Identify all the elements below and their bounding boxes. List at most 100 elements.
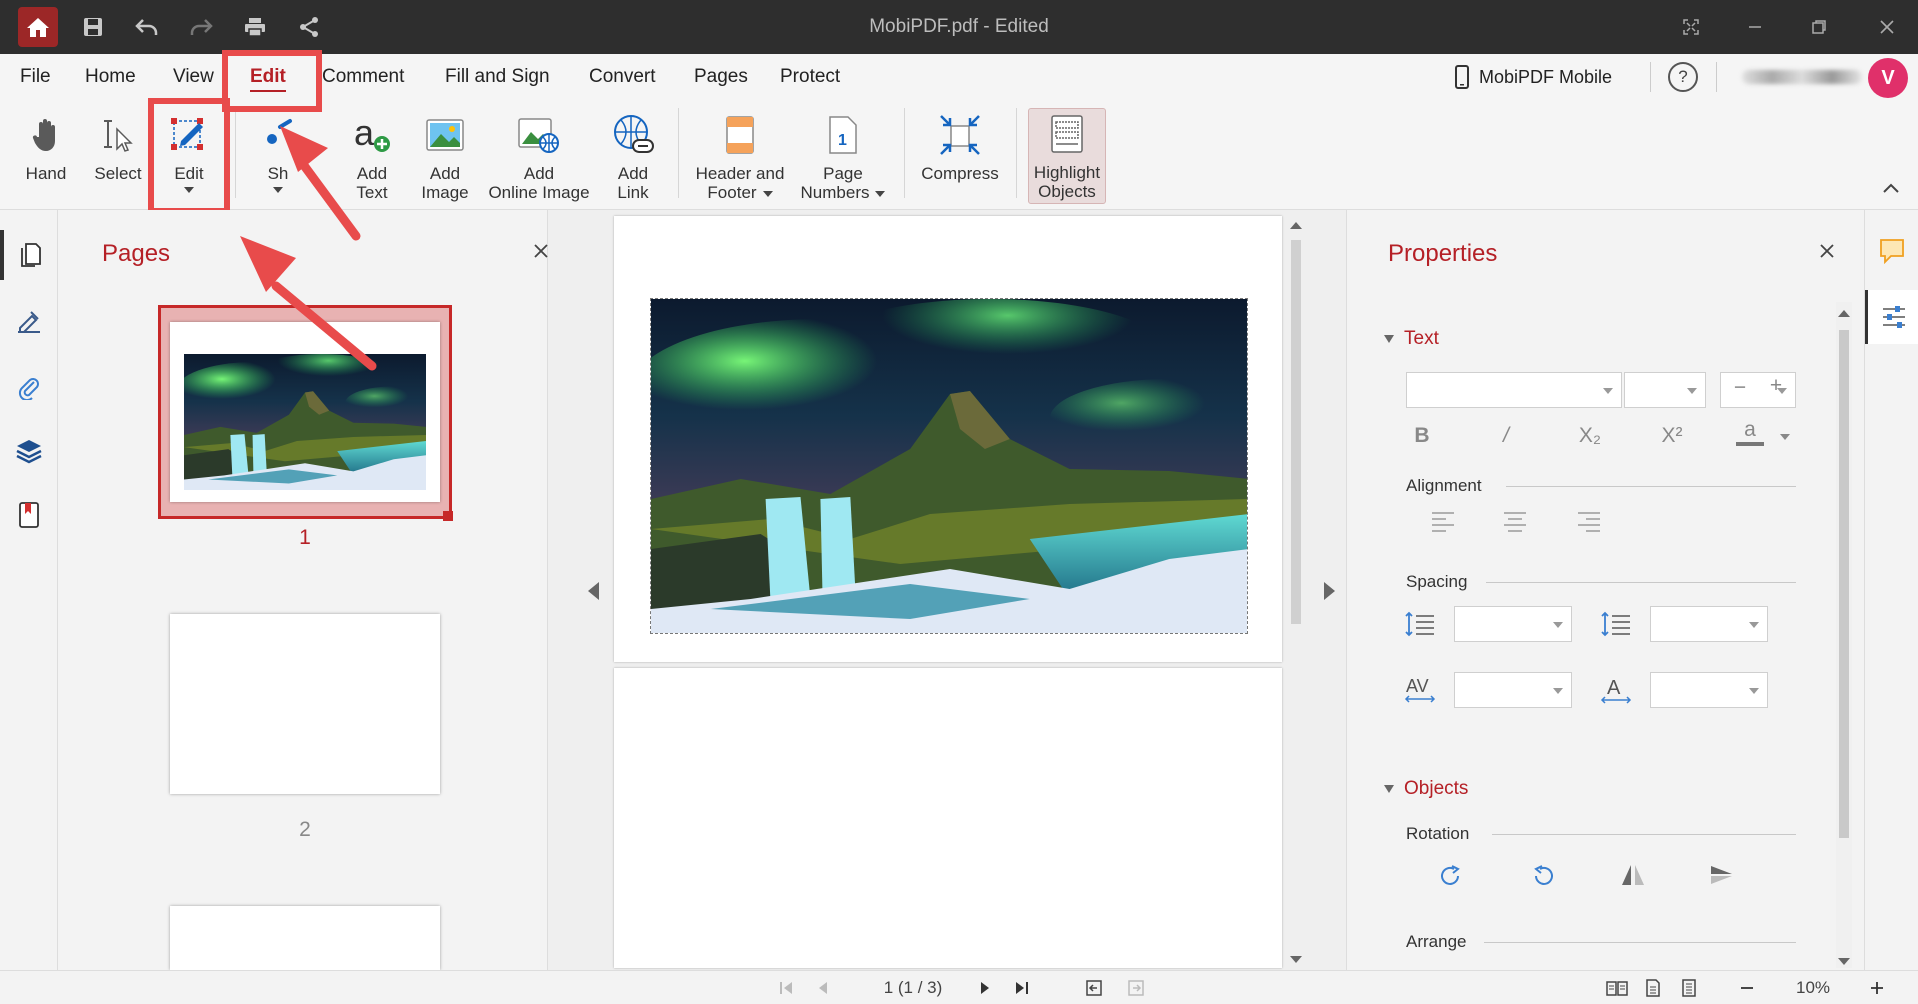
page-indicator[interactable]: 1 (1 / 3) xyxy=(858,971,968,1004)
increase-font-button[interactable]: + xyxy=(1756,374,1796,398)
add-online-image-button[interactable]: Add Online Image xyxy=(486,110,592,208)
font-family-dropdown[interactable] xyxy=(1406,372,1622,408)
collapse-right-panel-icon[interactable] xyxy=(1324,582,1335,600)
rotate-clockwise-icon[interactable] xyxy=(1438,864,1464,888)
align-center-icon[interactable] xyxy=(1502,510,1528,532)
chevron-down-icon[interactable] xyxy=(1780,434,1790,440)
zoom-out-button[interactable] xyxy=(1732,971,1762,1004)
share-icon[interactable] xyxy=(282,0,336,54)
attachments-panel-button[interactable] xyxy=(0,362,58,412)
minimize-icon[interactable] xyxy=(1728,0,1782,54)
document-scrollbar[interactable] xyxy=(1288,216,1304,968)
decrease-font-button[interactable]: − xyxy=(1720,376,1760,400)
previous-page-button[interactable] xyxy=(810,971,834,1004)
save-icon[interactable] xyxy=(66,0,120,54)
menu-edit[interactable]: Edit xyxy=(250,54,286,100)
align-right-icon[interactable] xyxy=(1576,510,1602,532)
page-thumbnail-1[interactable] xyxy=(170,322,440,502)
signature-icon xyxy=(18,311,40,333)
highlight-objects-button[interactable]: Highlight Objects xyxy=(1028,108,1106,204)
forward-view-button[interactable] xyxy=(1124,971,1148,1004)
next-page-button[interactable] xyxy=(974,971,998,1004)
avatar[interactable]: V xyxy=(1868,58,1908,98)
svg-text:A: A xyxy=(1607,677,1621,699)
page-thumbnail-2[interactable] xyxy=(170,614,440,794)
single-page-view-button[interactable] xyxy=(1640,971,1666,1004)
redo-icon[interactable] xyxy=(174,0,228,54)
scroll-up-icon[interactable] xyxy=(1290,222,1302,229)
properties-scrollbar[interactable] xyxy=(1836,302,1852,968)
shapes-button[interactable]: Sh xyxy=(256,110,300,208)
mobipdf-mobile-link[interactable]: MobiPDF Mobile xyxy=(1455,54,1612,100)
properties-panel-button[interactable] xyxy=(1865,290,1918,344)
divider xyxy=(1492,834,1796,835)
flip-vertical-icon[interactable] xyxy=(1708,862,1734,888)
scroll-up-icon[interactable] xyxy=(1838,310,1850,317)
two-page-view-button[interactable] xyxy=(1604,971,1630,1004)
print-icon[interactable] xyxy=(228,0,282,54)
text-section-header[interactable]: Text xyxy=(1384,328,1439,350)
add-image-button[interactable]: Add Image xyxy=(414,110,476,208)
line-spacing-dropdown[interactable] xyxy=(1454,606,1572,642)
edit-tool-button[interactable]: Edit xyxy=(158,110,220,208)
layers-panel-button[interactable] xyxy=(0,426,58,476)
bold-button[interactable]: B xyxy=(1402,424,1442,448)
menu-convert[interactable]: Convert xyxy=(589,54,656,100)
close-icon[interactable] xyxy=(1860,0,1914,54)
scroll-thumb[interactable] xyxy=(1291,240,1301,624)
document-image[interactable] xyxy=(650,298,1248,634)
menu-view[interactable]: View xyxy=(173,54,214,100)
menu-pages[interactable]: Pages xyxy=(694,54,748,100)
objects-section-header[interactable]: Objects xyxy=(1384,778,1468,800)
flip-horizontal-icon[interactable] xyxy=(1620,862,1646,888)
fullscreen-icon[interactable] xyxy=(1664,0,1718,54)
close-properties-panel-button[interactable] xyxy=(1814,238,1840,264)
header-footer-label-2-text: Footer xyxy=(707,183,757,202)
text-color-button[interactable]: a xyxy=(1736,418,1764,446)
bookmarks-panel-button[interactable] xyxy=(0,490,58,540)
comments-panel-button[interactable] xyxy=(1865,224,1918,278)
last-page-button[interactable] xyxy=(1010,971,1034,1004)
collapse-left-panel-icon[interactable] xyxy=(588,582,599,600)
rotate-counterclockwise-icon[interactable] xyxy=(1530,864,1556,888)
subscript-button[interactable]: X₂ xyxy=(1570,424,1610,448)
hand-tool-button[interactable]: Hand xyxy=(18,110,74,208)
add-text-button[interactable]: a Add Text xyxy=(344,110,400,208)
menu-comment[interactable]: Comment xyxy=(322,54,404,100)
zoom-level[interactable]: 10% xyxy=(1778,971,1848,1004)
menu-file[interactable]: File xyxy=(20,54,51,100)
scroll-down-icon[interactable] xyxy=(1838,958,1850,965)
font-size-dropdown[interactable] xyxy=(1624,372,1706,408)
page-thumbnail-3[interactable] xyxy=(170,906,440,970)
align-left-icon[interactable] xyxy=(1430,510,1456,532)
pages-panel-button[interactable] xyxy=(0,230,58,280)
zoom-in-button[interactable] xyxy=(1862,971,1892,1004)
add-link-button[interactable]: Add Link xyxy=(602,110,664,208)
italic-button[interactable]: / xyxy=(1486,424,1526,448)
help-button[interactable]: ? xyxy=(1668,62,1698,92)
text-scale-dropdown[interactable] xyxy=(1650,672,1768,708)
page-numbers-label-1: Page xyxy=(823,164,863,183)
menu-fill-and-sign[interactable]: Fill and Sign xyxy=(445,54,550,100)
header-footer-button[interactable]: Header and Footer xyxy=(692,110,788,208)
scroll-thumb[interactable] xyxy=(1839,330,1849,838)
page-numbers-button[interactable]: 1 Page Numbers xyxy=(798,110,888,208)
continuous-view-button[interactable] xyxy=(1676,971,1702,1004)
document-page-2[interactable] xyxy=(614,668,1282,968)
last-page-icon xyxy=(1016,981,1028,994)
restore-icon[interactable] xyxy=(1792,0,1846,54)
back-view-button[interactable] xyxy=(1082,971,1106,1004)
collapse-ribbon-button[interactable] xyxy=(1876,176,1906,200)
character-spacing-dropdown[interactable] xyxy=(1454,672,1572,708)
superscript-button[interactable]: X² xyxy=(1652,424,1692,448)
select-tool-button[interactable]: Select xyxy=(88,110,148,208)
home-button[interactable] xyxy=(16,0,60,54)
signatures-panel-button[interactable] xyxy=(0,296,58,346)
compress-button[interactable]: Compress xyxy=(918,110,1002,208)
first-page-button[interactable] xyxy=(774,971,798,1004)
undo-icon[interactable] xyxy=(120,0,174,54)
paragraph-spacing-dropdown[interactable] xyxy=(1650,606,1768,642)
menu-protect[interactable]: Protect xyxy=(780,54,840,100)
menu-home[interactable]: Home xyxy=(85,54,136,100)
scroll-down-icon[interactable] xyxy=(1290,956,1302,963)
